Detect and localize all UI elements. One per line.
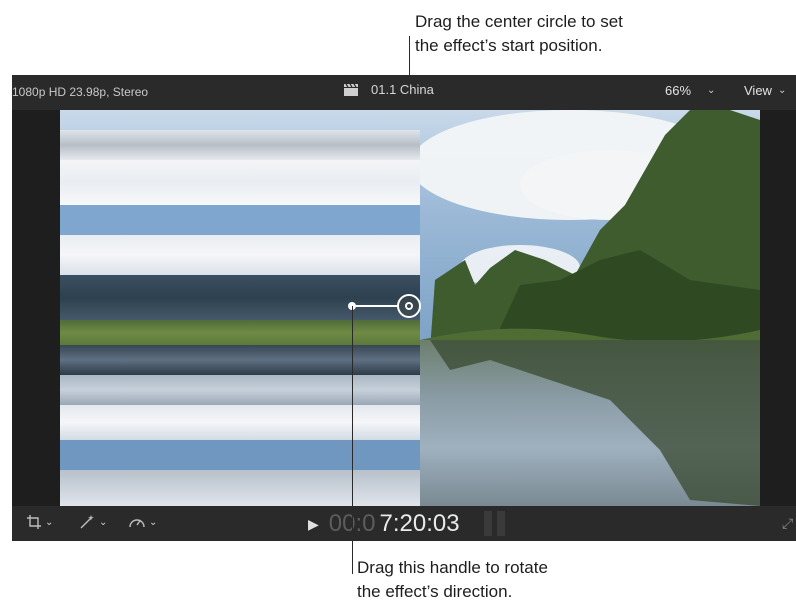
magic-wand-icon xyxy=(80,515,94,529)
view-label: View xyxy=(744,83,772,98)
reflection xyxy=(430,340,760,506)
callout-handle: Drag this handle to rotate the effect’s … xyxy=(357,556,548,604)
blur-streak xyxy=(60,205,420,235)
chevron-down-icon: ⌄ xyxy=(149,516,158,528)
callout-center-circle: Drag the center circle to set the effect… xyxy=(415,10,623,58)
zoom-menu[interactable]: 66% ⌄ xyxy=(665,83,715,98)
blur-streak xyxy=(60,470,420,506)
clip-title-group: 01.1 China xyxy=(343,82,434,97)
enhance-menu[interactable]: ⌄ xyxy=(78,514,107,530)
blur-streak xyxy=(60,345,420,375)
callout-bottom-line2: the effect’s direction. xyxy=(357,582,513,601)
blur-streak xyxy=(60,440,420,470)
mountains xyxy=(420,110,760,350)
center-circle-control[interactable] xyxy=(397,294,421,318)
callout-bottom-line1: Drag this handle to rotate xyxy=(357,558,548,577)
blur-streak xyxy=(60,375,420,405)
chevron-down-icon: ⌄ xyxy=(45,516,54,528)
clapperboard-icon xyxy=(344,83,358,96)
blur-streak xyxy=(60,320,420,345)
blur-streak xyxy=(60,235,420,275)
play-icon[interactable]: ▶ xyxy=(308,516,319,533)
chevron-down-icon: ⌄ xyxy=(777,85,787,96)
viewer-bottom-bar: ⌄ ⌄ ⌄ ▶ 00:0 7:20:03 ⤢ xyxy=(12,506,796,541)
blur-streak xyxy=(60,130,420,160)
timecode-value: 7:20:03 xyxy=(379,510,460,537)
viewer: 1080p HD 23.98p, Stereo 01.1 China 66% ⌄… xyxy=(12,75,796,541)
crop-icon xyxy=(27,515,41,529)
blur-streak xyxy=(60,405,420,440)
zoom-level: 66% xyxy=(665,83,692,98)
viewer-top-bar: 1080p HD 23.98p, Stereo 01.1 China 66% ⌄… xyxy=(12,75,796,110)
speedometer-icon xyxy=(129,519,145,528)
chevron-down-icon: ⌄ xyxy=(707,85,716,96)
chevron-down-icon: ⌄ xyxy=(99,516,108,528)
clip-title: 01.1 China xyxy=(371,82,434,97)
center-dot xyxy=(405,302,413,310)
callout-top-line2: the effect’s start position. xyxy=(415,36,603,55)
view-menu[interactable]: View ⌄ xyxy=(744,83,786,98)
format-info: 1080p HD 23.98p, Stereo xyxy=(12,85,149,99)
callout-top-line1: Drag the center circle to set xyxy=(415,12,623,31)
leader-line-bottom xyxy=(352,306,353,574)
fullscreen-icon[interactable]: ⤢ xyxy=(782,515,793,532)
timecode-display[interactable]: ▶ 00:0 7:20:03 xyxy=(308,510,460,538)
audio-meters xyxy=(484,511,505,536)
blur-streak xyxy=(60,160,420,205)
retime-menu[interactable]: ⌄ xyxy=(128,514,157,530)
crop-menu[interactable]: ⌄ xyxy=(26,514,53,530)
